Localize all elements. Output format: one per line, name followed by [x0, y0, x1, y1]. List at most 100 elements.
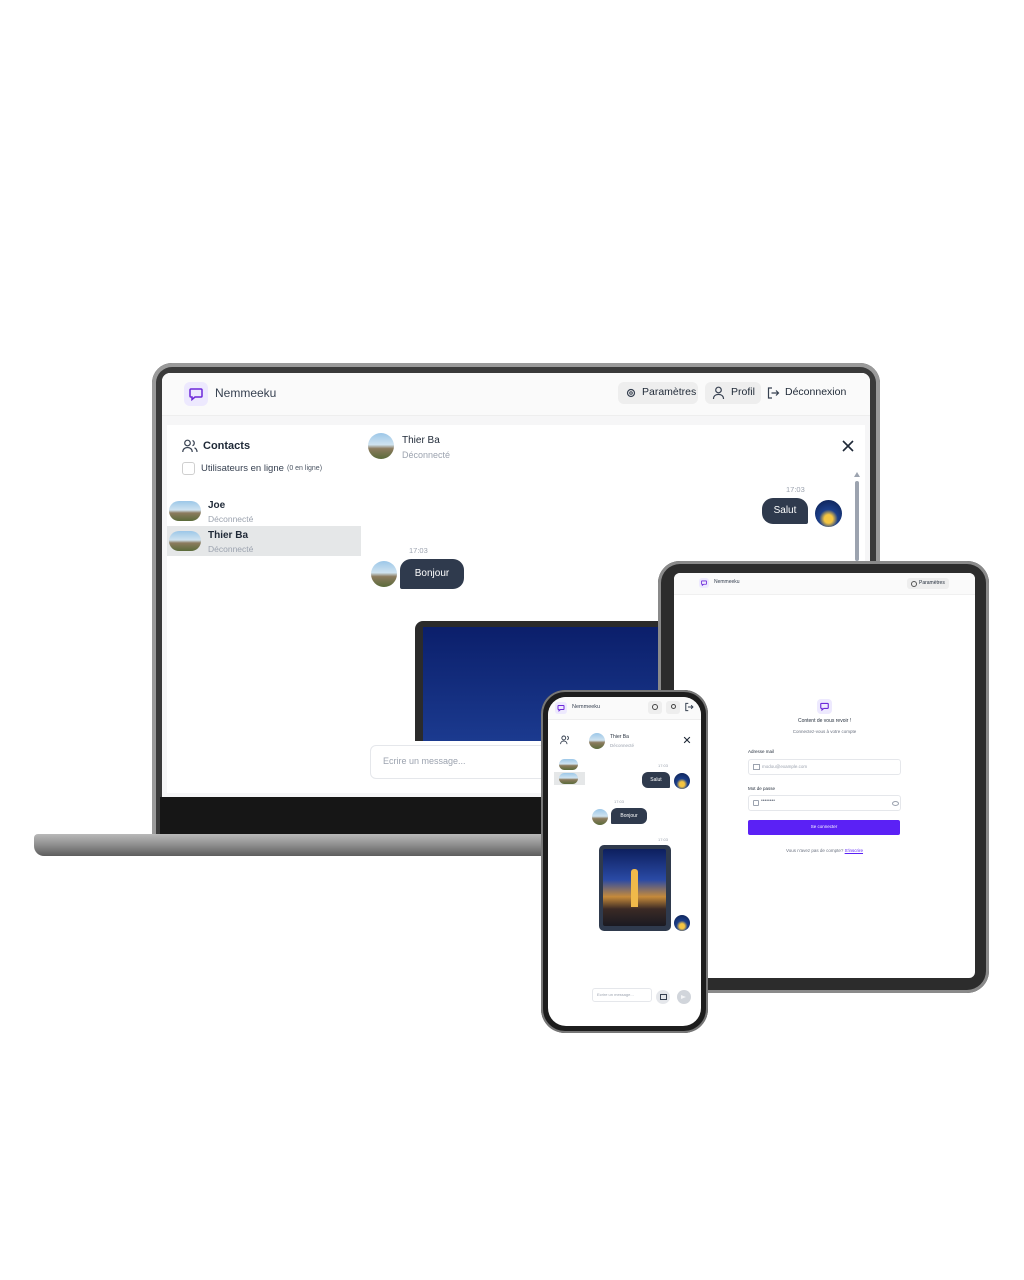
chat-contact-name: Thier Ba	[402, 435, 440, 446]
chat-contact-status: Déconnecté	[402, 450, 451, 460]
send-icon	[681, 995, 686, 999]
email-field[interactable]: modou@example.com	[748, 759, 901, 775]
app-name: Nemmeeku	[215, 386, 277, 400]
phone-contact-avatar-selected[interactable]	[554, 772, 585, 785]
password-field[interactable]: ••••••••	[748, 795, 901, 811]
phone-message-time: 17:03	[614, 799, 625, 804]
phone-logout-button[interactable]	[684, 702, 696, 714]
mail-icon	[753, 764, 760, 770]
contact-item[interactable]: Joe Déconnecté	[167, 497, 362, 525]
contact-item-selected[interactable]: Thier Ba Déconnecté	[167, 526, 361, 556]
image-icon	[660, 994, 667, 1000]
contact-avatar	[169, 531, 201, 551]
contact-name: Thier Ba	[208, 530, 249, 541]
tablet-app-name: Nemmeeku	[714, 579, 740, 585]
phone-close-chat-button[interactable]	[683, 736, 691, 744]
gear-icon	[911, 581, 917, 587]
online-count: (0 en ligne)	[287, 465, 323, 472]
phone-header: Nemmeeku	[548, 697, 701, 720]
login-subtitle: Connectez-vous à votre compte	[792, 729, 857, 734]
gear-icon	[652, 704, 658, 710]
chat-scrollbar[interactable]	[854, 472, 860, 562]
user-icon	[671, 704, 676, 709]
phone-app-name: Nemmeeku	[572, 704, 601, 710]
app-logo[interactable]	[184, 382, 208, 406]
message-square-icon	[557, 705, 565, 712]
phone-attach-image-button[interactable]	[656, 990, 670, 1004]
phone-message-bubble-out: Salut	[642, 772, 670, 788]
logout-icon	[685, 702, 694, 712]
phone-message-image[interactable]	[599, 845, 671, 931]
message-avatar	[371, 561, 397, 587]
message-time: 17:03	[786, 485, 805, 494]
login-submit-button[interactable]: Se connecter	[748, 820, 900, 835]
message-input[interactable]: Ecrire un message...	[370, 745, 552, 779]
message-input-placeholder: Ecrire un message...	[383, 756, 466, 766]
phone-screen: Nemmeeku Thier Ba Déconnecté 17:03 Salut…	[548, 697, 701, 1026]
password-label: Mot de passe	[748, 786, 776, 791]
phone-message-input[interactable]: Ecrire un message...	[592, 988, 652, 1002]
tablet-settings-button[interactable]: Paramètres	[907, 578, 949, 589]
login-logo	[817, 699, 832, 714]
tablet-settings-label: Paramètres	[919, 580, 945, 586]
profile-button[interactable]: Profil	[705, 382, 761, 404]
message-bubble-in: Bonjour	[400, 559, 464, 589]
phone-logo[interactable]	[555, 702, 567, 714]
password-value: ••••••••	[761, 798, 776, 804]
phone-message-avatar	[674, 773, 690, 789]
login-title: Content de vous revoir !	[797, 718, 852, 724]
phone-settings-button[interactable]	[648, 701, 662, 714]
user-icon	[712, 386, 725, 400]
chat-contact-avatar	[368, 433, 394, 459]
sidebar-title: Contacts	[203, 440, 251, 452]
settings-button[interactable]: Paramètres	[618, 382, 698, 404]
phone-profile-button[interactable]	[666, 701, 680, 714]
contact-status: Déconnecté	[208, 544, 254, 554]
phone-message-time: 17:03	[658, 837, 669, 842]
contact-avatar	[559, 773, 578, 784]
phone-message-bubble-in: Bonjour	[611, 808, 647, 824]
phone-contact-avatar[interactable]	[559, 759, 578, 770]
message-avatar	[815, 500, 842, 527]
contact-status: Déconnecté	[208, 514, 254, 524]
phone-message-image-content	[603, 849, 666, 926]
online-users-label: Utilisateurs en ligne	[201, 463, 284, 474]
tablet-logo[interactable]	[699, 578, 709, 588]
phone-message-avatar	[592, 809, 608, 825]
contact-avatar	[169, 501, 201, 521]
signup-prompt: Vous n'avez pas de compte?	[785, 848, 844, 853]
online-users-checkbox[interactable]	[182, 462, 195, 475]
users-icon[interactable]	[560, 735, 571, 745]
lock-icon	[753, 800, 759, 806]
logout-button[interactable]: Déconnexion	[766, 382, 856, 404]
close-icon	[683, 736, 691, 744]
sidebar: Contacts Utilisateurs en ligne (0 en lig…	[167, 425, 362, 793]
phone-chat-contact-name: Thier Ba	[610, 734, 629, 740]
scroll-thumb[interactable]	[855, 481, 859, 561]
close-chat-button[interactable]	[841, 439, 855, 453]
app-header: Nemmeeku Paramètres Profil Déconnexion	[162, 373, 870, 416]
tower-shape	[631, 869, 638, 907]
login-submit-label: Se connecter	[810, 824, 838, 829]
profile-label: Profil	[731, 386, 755, 398]
phone-message-time: 17:03	[658, 763, 669, 768]
phone-message-avatar	[674, 915, 690, 931]
phone-input-placeholder: Ecrire un message...	[597, 992, 634, 997]
message-square-icon	[189, 388, 203, 402]
eye-icon[interactable]	[892, 801, 899, 806]
message-bubble-out: Salut	[762, 498, 808, 524]
phone-send-button[interactable]	[677, 990, 691, 1004]
message-time: 17:03	[409, 546, 428, 555]
email-label: Adresse mail	[748, 749, 775, 754]
scroll-up-arrow[interactable]	[854, 472, 860, 477]
tablet-header: Nemmeeku Paramètres	[674, 573, 975, 595]
signup-link[interactable]: S'inscrire	[845, 848, 863, 853]
users-icon	[182, 439, 198, 453]
logout-icon	[767, 387, 780, 399]
phone-chat-contact-status: Déconnecté	[610, 743, 635, 748]
message-square-icon	[820, 702, 829, 712]
message-square-icon	[701, 580, 707, 587]
logout-label: Déconnexion	[785, 386, 847, 398]
gear-icon	[626, 388, 636, 398]
signup-row: Vous n'avez pas de compte? S'inscrire	[674, 848, 975, 853]
